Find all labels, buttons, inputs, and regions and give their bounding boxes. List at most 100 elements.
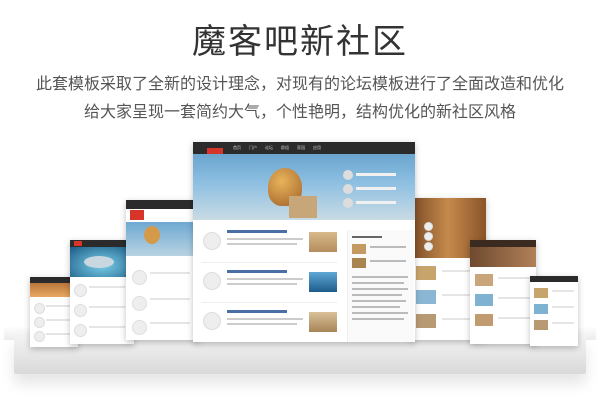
text-line	[46, 319, 72, 321]
text-line	[46, 305, 72, 307]
avatar-icon	[424, 232, 433, 241]
text-line	[227, 238, 303, 240]
avatar-icon	[132, 296, 147, 311]
featured-user	[343, 198, 401, 208]
text-line	[89, 306, 125, 308]
avatar-icon	[74, 324, 87, 337]
avatar-icon	[424, 222, 433, 231]
avatar-icon	[74, 284, 87, 297]
image-thumbnail-icon	[534, 288, 548, 298]
nav-item: 首页	[233, 145, 241, 150]
logo-icon	[74, 241, 82, 246]
mockup-screen-left-2	[70, 240, 134, 344]
text-line	[89, 326, 125, 328]
text-line	[356, 201, 396, 204]
text-line	[370, 246, 406, 248]
nav-item: 家园	[297, 145, 305, 150]
image-thumbnail-icon	[416, 266, 436, 280]
post-title-line	[227, 230, 287, 233]
text-line	[227, 318, 303, 320]
image-thumbnail-icon	[416, 290, 436, 304]
avatar-icon	[424, 242, 433, 251]
text-line	[352, 276, 408, 278]
image-thumbnail-icon	[475, 314, 493, 326]
text-line	[150, 322, 190, 324]
text-line	[498, 277, 530, 279]
image-thumbnail-icon	[475, 274, 493, 286]
text-line	[227, 323, 297, 325]
subtitle-line-2: 给大家呈现一套简约大气，个性艳明，结构优化的新社区风格	[83, 102, 516, 121]
text-line	[356, 173, 396, 176]
text-line	[498, 297, 530, 299]
text-line	[352, 300, 406, 302]
image-thumbnail-icon	[475, 294, 493, 306]
mockup-sidebar	[347, 230, 414, 342]
hero-illustration: 魔客吧新社区 此套模板采取了全新的设计理念，对现有的论坛模板进行了全面改造和优化…	[0, 0, 600, 400]
post-title-line	[227, 310, 287, 313]
page-title: 魔客吧新社区	[192, 22, 408, 62]
mockup-screen-main: 首页 门户 论坛 群组 家园 应用	[193, 142, 415, 342]
mockup-header	[126, 200, 200, 209]
text-line	[552, 306, 574, 308]
featured-user	[343, 184, 401, 194]
text-line	[552, 290, 574, 292]
avatar-icon	[343, 184, 353, 194]
avatar-icon	[132, 320, 147, 335]
text-line	[498, 317, 530, 319]
image-thumbnail-icon	[309, 272, 337, 292]
avatar-icon	[34, 317, 45, 328]
text-line	[46, 333, 72, 335]
avatar-icon	[203, 312, 221, 330]
image-thumbnail-icon	[309, 312, 337, 332]
image-thumbnail-icon	[534, 320, 548, 330]
list-item	[201, 228, 337, 263]
avatar-icon	[343, 198, 353, 208]
image-thumbnail-icon	[352, 258, 366, 268]
image-thumbnail-icon	[309, 232, 337, 252]
mockup-header	[470, 240, 536, 247]
shark-image	[84, 256, 114, 268]
balloon-image	[144, 226, 160, 244]
text-line	[352, 318, 404, 320]
mockup-screen-left-1	[126, 200, 200, 340]
text-line	[552, 322, 574, 324]
text-line	[227, 278, 303, 280]
nav-item: 应用	[313, 145, 321, 150]
nav-item: 论坛	[265, 145, 273, 150]
avatar-icon	[203, 272, 221, 290]
nav-item: 门户	[249, 145, 257, 150]
avatar-icon	[203, 232, 221, 250]
featured-user	[343, 170, 401, 180]
sidebar-heading-line	[352, 236, 382, 238]
post-title-line	[227, 270, 287, 273]
text-line	[356, 187, 396, 190]
text-line	[352, 306, 400, 308]
mockup-screen-right-2	[470, 240, 536, 344]
text-line	[89, 286, 125, 288]
avatar-icon	[132, 270, 147, 285]
house-image	[289, 196, 317, 218]
text-line	[150, 272, 190, 274]
image-thumbnail-icon	[534, 304, 548, 314]
avatar-icon	[34, 331, 45, 342]
text-line	[352, 312, 408, 314]
logo-icon	[130, 210, 144, 220]
image-thumbnail-icon	[352, 244, 366, 254]
avatar-icon	[74, 304, 87, 317]
avatar-icon	[34, 303, 45, 314]
text-line	[370, 260, 406, 262]
mockup-screen-far-right	[530, 276, 578, 346]
list-item	[201, 308, 337, 342]
text-line	[227, 283, 297, 285]
avatar-icon	[343, 170, 353, 180]
image-thumbnail-icon	[416, 314, 436, 328]
text-line	[352, 282, 404, 284]
mockup-banner	[470, 247, 536, 267]
mockup-header	[530, 276, 578, 282]
list-item	[201, 268, 337, 303]
text-line	[352, 294, 402, 296]
text-line	[227, 243, 297, 245]
subtitle-line-1: 此套模板采取了全新的设计理念，对现有的论坛模板进行了全面改造和优化	[35, 74, 564, 93]
nav-item: 群组	[281, 145, 289, 150]
text-line	[150, 298, 190, 300]
